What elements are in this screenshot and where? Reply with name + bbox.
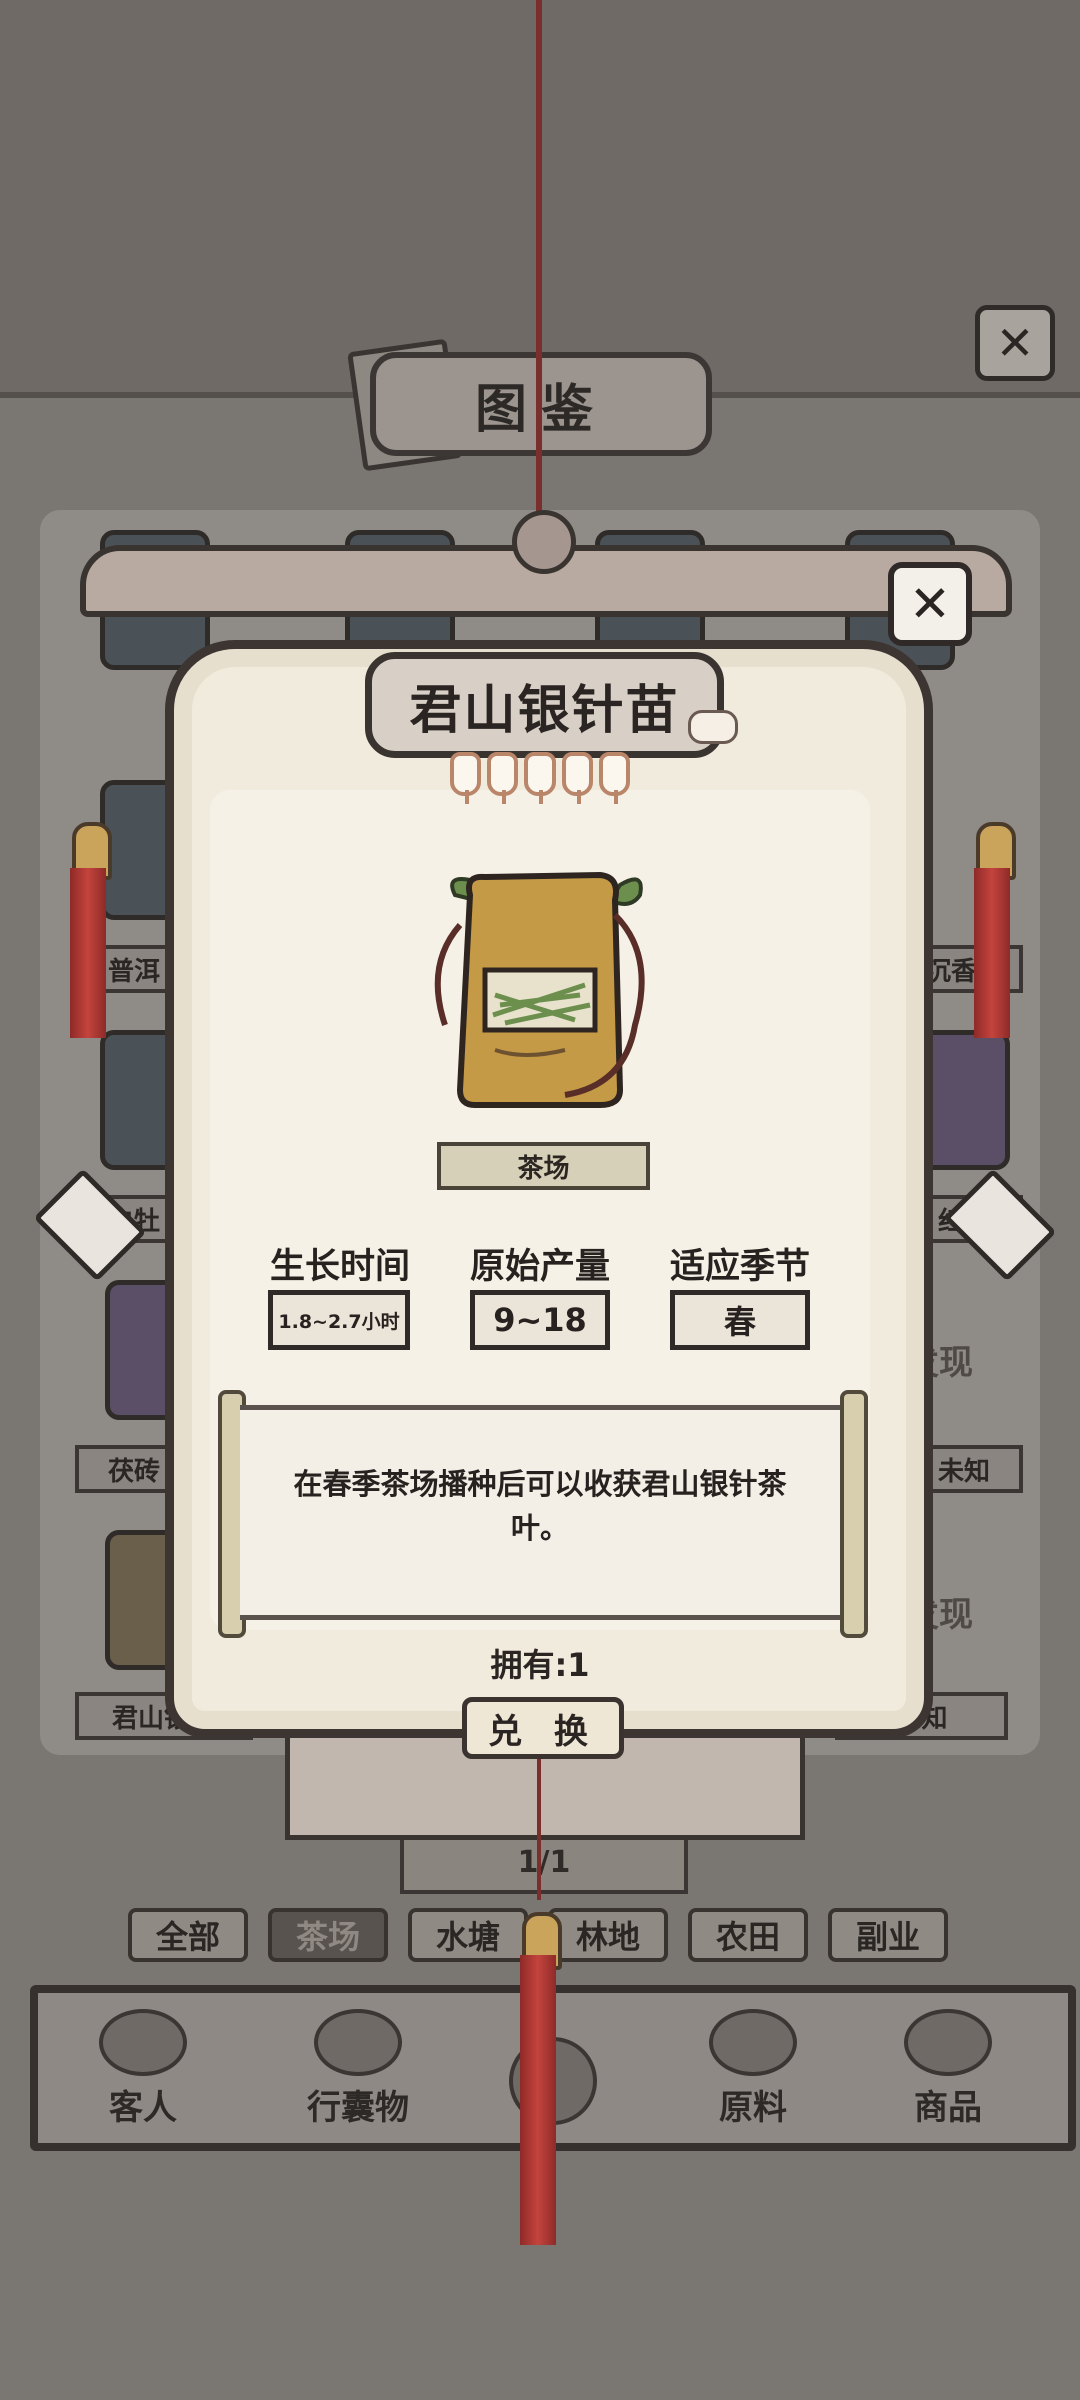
tab-farmland[interactable]: 农田 — [688, 1908, 808, 1962]
stat-label-yield: 原始产量 — [469, 1247, 610, 1287]
nav-materials[interactable]: 原料 — [678, 2009, 828, 2129]
source-tag: 茶场 — [437, 1142, 650, 1190]
nav-label: 客人 — [109, 2088, 177, 2128]
stat-label-season: 适应季节 — [669, 1247, 810, 1287]
close-icon: ✕ — [995, 316, 1035, 370]
lantern-icon — [561, 752, 593, 804]
tassel-bottom — [520, 1955, 556, 2245]
scroll-rod-right — [840, 1390, 868, 1638]
tea-seedling-pouch-icon — [434, 871, 645, 1108]
cloud-decoration-icon — [688, 710, 738, 744]
modal-close-button[interactable]: ✕ — [888, 562, 972, 646]
hanging-string — [536, 0, 542, 520]
item-description: 在春季茶场播种后可以收获君山银针茶叶。 — [293, 1467, 787, 1545]
lantern-icon — [598, 752, 631, 804]
tab-tea-field[interactable]: 茶场 — [268, 1908, 388, 1962]
guest-icon — [99, 2009, 187, 2076]
nav-label: 原料 — [719, 2088, 787, 2128]
tassel-right — [974, 868, 1010, 1038]
tab-pond[interactable]: 水塘 — [408, 1908, 528, 1962]
backpack-icon — [314, 2009, 402, 2076]
rarity-lanterns — [450, 752, 631, 804]
close-icon: ✕ — [909, 575, 951, 633]
lantern-icon — [524, 752, 556, 804]
redeem-button[interactable]: 兑 换 — [462, 1697, 624, 1759]
stat-label-growth-time: 生长时间 — [269, 1247, 410, 1287]
nav-backpack[interactable]: 行囊物 — [283, 2009, 433, 2129]
leaf-icon — [709, 2009, 797, 2076]
nav-goods[interactable]: 商品 — [873, 2009, 1023, 2129]
stat-value-yield: 9~18 — [470, 1290, 610, 1350]
stat-value-season: 春 — [670, 1290, 810, 1350]
modal-frame-knob — [512, 510, 576, 574]
screen-close-button[interactable]: ✕ — [975, 305, 1055, 381]
tab-forest[interactable]: 林地 — [548, 1908, 668, 1962]
goods-box-icon — [904, 2009, 992, 2076]
lantern-icon — [487, 752, 519, 804]
tassel-left — [70, 868, 106, 1038]
owned-count: 拥有:1 — [490, 1646, 590, 1684]
nav-label: 商品 — [914, 2088, 982, 2128]
tab-all[interactable]: 全部 — [128, 1908, 248, 1962]
stat-value-growth-time: 1.8~2.7小时 — [268, 1290, 410, 1350]
nav-guests[interactable]: 客人 — [68, 2009, 218, 2129]
item-title: 君山银针苗 — [365, 652, 724, 758]
nav-label: 行囊物 — [307, 2088, 409, 2128]
lantern-icon — [450, 752, 482, 804]
tab-side-business[interactable]: 副业 — [828, 1908, 948, 1962]
